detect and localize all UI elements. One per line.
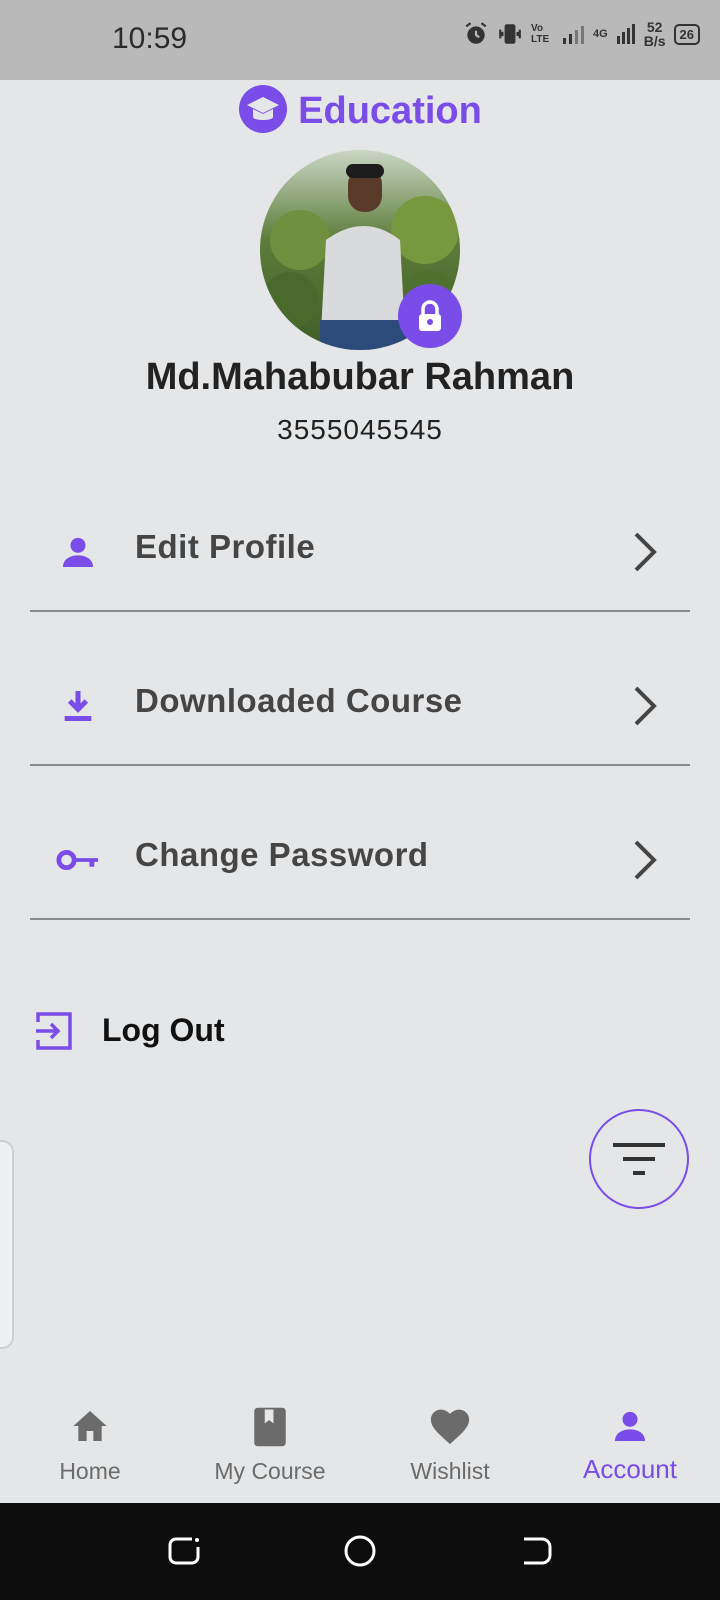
menu-item-label: Downloaded Course	[135, 682, 463, 719]
nav-label: Wishlist	[410, 1458, 490, 1484]
nav-label: Account	[583, 1454, 677, 1484]
home-icon	[69, 1406, 111, 1451]
chevron-right-icon	[630, 838, 660, 887]
menu-item-label: Change Password	[135, 836, 429, 873]
account-icon	[610, 1406, 650, 1451]
profile-avatar-container	[260, 150, 462, 350]
download-icon	[56, 684, 100, 728]
filter-button[interactable]	[589, 1109, 689, 1209]
chevron-right-icon	[630, 684, 660, 733]
app-title: Education	[298, 90, 482, 132]
alarm-icon	[463, 21, 489, 47]
nav-item-account[interactable]: Account	[540, 1388, 720, 1503]
profile-id: 3555045545	[277, 414, 443, 445]
back-icon[interactable]	[518, 1533, 554, 1574]
lock-badge[interactable]	[398, 284, 462, 348]
battery-indicator: 26	[673, 23, 700, 45]
vibrate-icon	[497, 21, 523, 47]
menu-item-label: Edit Profile	[135, 528, 316, 565]
nav-item-my-course[interactable]: My Course	[180, 1388, 360, 1503]
system-navigation-bar	[0, 1503, 720, 1600]
volte-label: Vo LTE	[531, 23, 550, 45]
nav-item-home[interactable]: Home	[0, 1388, 180, 1503]
graduation-cap-icon	[238, 84, 288, 139]
edge-panel-handle[interactable]	[0, 1140, 14, 1349]
nav-label: Home	[59, 1458, 121, 1484]
book-icon	[252, 1406, 288, 1453]
chevron-right-icon	[630, 530, 660, 579]
status-bar: 10:59 Vo LTE 4G 52 B/s 26	[0, 0, 720, 80]
profile-name: Md.Mahabubar Rahman	[145, 356, 575, 398]
app-header: Education	[0, 84, 720, 139]
menu-item-edit-profile[interactable]: Edit Profile	[30, 500, 690, 612]
recents-icon[interactable]	[166, 1533, 202, 1574]
status-icons: Vo LTE 4G 52 B/s 26	[463, 20, 700, 48]
nav-item-wishlist[interactable]: Wishlist	[360, 1388, 540, 1503]
signal-icon	[561, 22, 585, 46]
key-icon	[56, 838, 100, 882]
signal-icon-2	[616, 22, 636, 46]
lock-icon	[419, 300, 441, 331]
menu-item-change-password[interactable]: Change Password	[30, 808, 690, 920]
heart-icon	[428, 1406, 472, 1451]
net-speed: 52 B/s	[644, 20, 666, 48]
logout-button[interactable]: Log Out	[30, 1006, 330, 1066]
bottom-navigation: Home My Course Wishlist Account	[0, 1388, 720, 1503]
logout-icon	[34, 1010, 74, 1057]
home-system-icon[interactable]	[342, 1533, 378, 1574]
filter-icon	[613, 1143, 665, 1175]
menu-item-downloaded-course[interactable]: Downloaded Course	[30, 654, 690, 766]
nav-label: My Course	[214, 1458, 326, 1484]
net-speed-value: 52	[646, 19, 663, 35]
person-icon	[56, 530, 100, 574]
net-speed-unit: B/s	[643, 33, 666, 49]
logout-label: Log Out	[102, 1012, 225, 1048]
net-type-label: 4G	[593, 28, 608, 40]
status-time: 10:59	[112, 22, 188, 55]
